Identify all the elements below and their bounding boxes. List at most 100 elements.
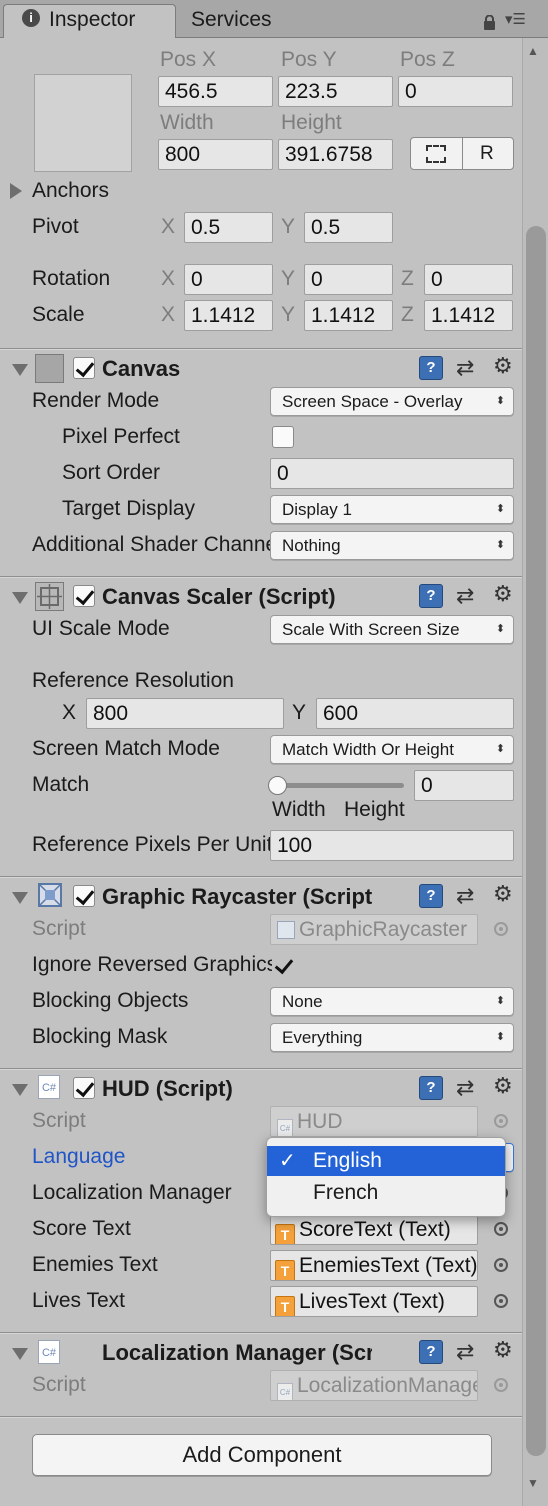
preset-icon[interactable]: ⇄ xyxy=(456,1340,474,1364)
match-value-field[interactable]: 0 xyxy=(414,770,514,801)
scale-x-label: X xyxy=(161,303,176,326)
raycaster-script-field: GraphicRaycaster xyxy=(270,914,478,945)
gear-icon[interactable]: ⚙ xyxy=(493,354,513,378)
pos-z-field[interactable]: 0 xyxy=(398,76,513,107)
help-icon[interactable]: ? xyxy=(419,1340,443,1364)
ppu-label: Reference Pixels Per Unit xyxy=(32,833,272,856)
preset-icon[interactable]: ⇄ xyxy=(456,884,474,908)
lock-icon[interactable] xyxy=(483,12,496,30)
raycaster-title[interactable]: Graphic Raycaster (Script) xyxy=(102,883,372,911)
canvas-scaler-enabled-checkbox[interactable] xyxy=(73,585,95,607)
localization-manager-label: Localization Manager xyxy=(32,1181,232,1204)
anchors-label[interactable]: Anchors xyxy=(32,177,109,205)
help-icon[interactable]: ? xyxy=(419,884,443,908)
raycaster-enabled-checkbox[interactable] xyxy=(73,885,95,907)
score-text-field[interactable]: T ScoreText (Text) xyxy=(270,1214,478,1245)
match-slider-knob[interactable] xyxy=(268,776,287,795)
blocking-objects-dropdown[interactable]: None ⬍ xyxy=(270,987,514,1016)
scrollbar-thumb[interactable] xyxy=(526,226,546,1456)
screen-match-mode-dropdown[interactable]: Match Width Or Height ⬍ xyxy=(270,735,514,764)
scroll-up-arrow[interactable]: ▲ xyxy=(527,44,539,58)
hud-title[interactable]: HUD (Script) xyxy=(102,1075,233,1103)
ref-x-field[interactable]: 800 xyxy=(86,698,284,729)
gear-icon[interactable]: ⚙ xyxy=(493,1338,513,1362)
raycaster-icon xyxy=(36,881,64,909)
width-field[interactable]: 800 xyxy=(158,139,273,170)
object-picker-icon[interactable] xyxy=(494,1114,508,1128)
anchors-foldout-icon[interactable] xyxy=(10,183,22,199)
pos-x-field[interactable]: 456.5 xyxy=(158,76,273,107)
sort-order-field[interactable]: 0 xyxy=(270,458,514,489)
object-picker-icon[interactable] xyxy=(494,1294,508,1308)
hud-script-value: HUD xyxy=(297,1110,343,1133)
blueprint-mode-button[interactable]: R xyxy=(410,137,514,170)
dropdown-arrow-icon: ⬍ xyxy=(495,1031,505,1043)
ppu-field[interactable]: 100 xyxy=(270,830,514,861)
csharp-script-icon: C# xyxy=(277,1119,293,1136)
object-picker-icon[interactable] xyxy=(494,1258,508,1272)
canvas-scaler-icon xyxy=(35,582,64,611)
tab-menu-icon[interactable]: ▾☰ xyxy=(505,10,526,28)
pivot-y-field[interactable]: 0.5 xyxy=(304,212,393,243)
pixel-perfect-checkbox[interactable] xyxy=(272,426,294,448)
hud-enabled-checkbox[interactable] xyxy=(73,1077,95,1099)
tab-inspector-label[interactable]: Inspector xyxy=(49,6,135,34)
ref-x-label: X xyxy=(62,701,77,724)
pivot-y-label: Y xyxy=(281,215,296,238)
dropdown-arrow-icon: ⬍ xyxy=(495,743,505,755)
enemies-text-field[interactable]: T EnemiesText (Text) xyxy=(270,1250,478,1281)
enemies-text-value: EnemiesText (Text) xyxy=(299,1254,478,1277)
render-mode-dropdown[interactable]: Screen Space - Overlay ⬍ xyxy=(270,387,514,416)
preset-icon[interactable]: ⇄ xyxy=(456,1076,474,1100)
canvas-scaler-foldout-icon[interactable] xyxy=(12,592,28,604)
ui-scale-mode-dropdown[interactable]: Scale With Screen Size ⬍ xyxy=(270,615,514,644)
object-picker-icon[interactable] xyxy=(494,1378,508,1392)
target-display-dropdown[interactable]: Display 1 ⬍ xyxy=(270,495,514,524)
pivot-x-field[interactable]: 0.5 xyxy=(184,212,273,243)
canvas-foldout-icon[interactable] xyxy=(12,364,28,376)
preset-icon[interactable]: ⇄ xyxy=(456,356,474,380)
canvas-title[interactable]: Canvas xyxy=(102,355,180,383)
help-icon[interactable]: ? xyxy=(419,584,443,608)
object-picker-icon[interactable] xyxy=(494,922,508,936)
language-option-english[interactable]: ✓ English xyxy=(267,1146,505,1176)
raycaster-foldout-icon[interactable] xyxy=(12,892,28,904)
rot-z-field[interactable]: 0 xyxy=(424,264,513,295)
scale-y-field[interactable]: 1.1412 xyxy=(304,300,393,331)
ignore-reversed-checkbox[interactable] xyxy=(272,954,294,976)
gear-icon[interactable]: ⚙ xyxy=(493,1074,513,1098)
height-field[interactable]: 391.6758 xyxy=(278,139,393,170)
locmgr-title[interactable]: Localization Manager (Script) xyxy=(102,1339,372,1367)
ref-y-field[interactable]: 600 xyxy=(316,698,514,729)
canvas-scaler-title[interactable]: Canvas Scaler (Script) xyxy=(102,583,336,611)
scale-x-field[interactable]: 1.1412 xyxy=(184,300,273,331)
hud-foldout-icon[interactable] xyxy=(12,1084,28,1096)
tab-services[interactable]: Services xyxy=(191,6,272,34)
raycaster-script-icon xyxy=(277,921,295,939)
help-icon[interactable]: ? xyxy=(419,1076,443,1100)
pos-y-field[interactable]: 223.5 xyxy=(278,76,393,107)
language-option-french[interactable]: French xyxy=(267,1178,505,1208)
raw-edit-button[interactable]: R xyxy=(480,140,494,168)
score-text-value: ScoreText (Text) xyxy=(299,1218,451,1241)
gear-icon[interactable]: ⚙ xyxy=(493,582,513,606)
match-label: Match xyxy=(32,773,90,796)
rot-y-field[interactable]: 0 xyxy=(304,264,393,295)
locmgr-foldout-icon[interactable] xyxy=(12,1348,28,1360)
match-slider-track[interactable] xyxy=(276,783,404,788)
blocking-mask-dropdown[interactable]: Everything ⬍ xyxy=(270,1023,514,1052)
rot-x-field[interactable]: 0 xyxy=(184,264,273,295)
object-picker-icon[interactable] xyxy=(494,1222,508,1236)
scroll-down-arrow[interactable]: ▼ xyxy=(527,1476,539,1490)
scale-z-field[interactable]: 1.1412 xyxy=(424,300,513,331)
inspector-tab-icon: i xyxy=(22,9,40,27)
canvas-enabled-checkbox[interactable] xyxy=(73,357,95,379)
match-height-label: Height xyxy=(344,798,405,821)
preset-icon[interactable]: ⇄ xyxy=(456,584,474,608)
add-component-button[interactable]: Add Component xyxy=(32,1434,492,1476)
help-icon[interactable]: ? xyxy=(419,356,443,380)
gear-icon[interactable]: ⚙ xyxy=(493,882,513,906)
shader-channels-dropdown[interactable]: Nothing ⬍ xyxy=(270,531,514,560)
score-text-label: Score Text xyxy=(32,1217,131,1240)
lives-text-field[interactable]: T LivesText (Text) xyxy=(270,1286,478,1317)
